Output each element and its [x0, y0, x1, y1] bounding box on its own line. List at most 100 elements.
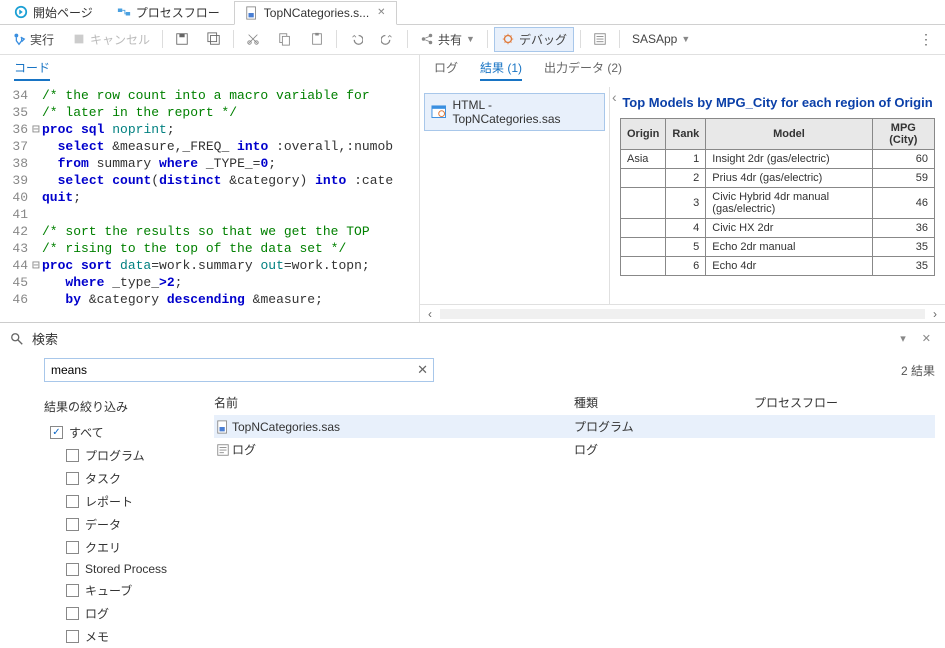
table-row[interactable]: 3Civic Hybrid 4dr manual (gas/electric)4…: [621, 187, 935, 218]
filter-item[interactable]: キューブ: [44, 579, 214, 602]
output-tabs: ログ 結果 (1) 出力データ (2): [420, 55, 945, 87]
code-line[interactable]: 40quit;: [2, 189, 419, 206]
filter-label: すべて: [69, 424, 104, 441]
search-result-row[interactable]: TopNCategories.sasプログラム: [214, 415, 935, 438]
code-line[interactable]: 44⊟proc sort data=work.summary out=work.…: [2, 257, 419, 274]
saveall-button[interactable]: [201, 29, 227, 49]
server-selector[interactable]: SASApp ▼: [626, 29, 696, 49]
checkbox-icon[interactable]: [66, 630, 79, 643]
filter-item[interactable]: データ: [44, 513, 214, 536]
code-line[interactable]: 43/* rising to the top of the data set *…: [2, 240, 419, 257]
code-line[interactable]: 41: [2, 206, 419, 223]
table-row[interactable]: 6Echo 4dr35: [621, 256, 935, 275]
table-row[interactable]: 4Civic HX 2dr36: [621, 218, 935, 237]
line-number: 44: [2, 257, 32, 274]
fold-icon[interactable]: ⊟: [32, 257, 42, 274]
filter-item[interactable]: プログラム: [44, 444, 214, 467]
checkbox-icon[interactable]: ✓: [50, 426, 63, 439]
separator: [619, 30, 620, 48]
search-input[interactable]: [44, 358, 434, 382]
run-button[interactable]: 実行: [6, 28, 60, 51]
checkbox-icon[interactable]: [66, 518, 79, 531]
code-line[interactable]: 34/* the row count into a macro variable…: [2, 87, 419, 104]
table-cell: [621, 256, 666, 275]
tab-output-data[interactable]: 出力データ (2): [544, 59, 622, 81]
filter-item[interactable]: クエリ: [44, 536, 214, 559]
checkbox-icon[interactable]: [66, 495, 79, 508]
tab-results[interactable]: 結果 (1): [480, 59, 522, 81]
filter-label: タスク: [85, 470, 121, 487]
code-line[interactable]: 36⊟proc sql noprint;: [2, 121, 419, 138]
properties-button[interactable]: [587, 29, 613, 49]
debug-button[interactable]: デバッグ: [494, 27, 574, 52]
filter-label: メモ: [85, 628, 109, 645]
filter-item[interactable]: タスク: [44, 467, 214, 490]
code-line[interactable]: 39 select count(distinct &category) into…: [2, 172, 419, 189]
table-row[interactable]: Asia1Insight 2dr (gas/electric)60: [621, 149, 935, 168]
fold-icon[interactable]: ⊟: [32, 121, 42, 138]
checkbox-icon[interactable]: [66, 607, 79, 620]
paste-button[interactable]: [304, 29, 330, 49]
document-tabs: 開始ページ プロセスフロー TopNCategories.s... ✕: [0, 0, 945, 25]
prev-result-icon[interactable]: ‹: [612, 89, 617, 105]
results-body: HTML - TopNCategories.sas ‹ Top Models b…: [420, 87, 945, 304]
checkbox-icon[interactable]: [66, 472, 79, 485]
code-line[interactable]: 42/* sort the results so that we get the…: [2, 223, 419, 240]
properties-icon: [593, 32, 607, 46]
table-row[interactable]: 2Prius 4dr (gas/electric)59: [621, 168, 935, 187]
results-outline-item[interactable]: HTML - TopNCategories.sas: [424, 93, 605, 131]
filter-title: 結果の絞り込み: [44, 398, 214, 415]
filter-item[interactable]: レポート: [44, 490, 214, 513]
tab-log[interactable]: ログ: [434, 59, 458, 81]
cut-button[interactable]: [240, 29, 266, 49]
filter-item[interactable]: Stored Process: [44, 559, 214, 579]
undo-button[interactable]: [343, 29, 369, 49]
col-name[interactable]: 名前: [214, 394, 574, 411]
copy-button[interactable]: [272, 29, 298, 49]
more-menu[interactable]: ⋮: [913, 28, 939, 51]
report-table: OriginRankModelMPG (City)Asia1Insight 2d…: [620, 118, 935, 276]
scroll-right-icon[interactable]: ›: [925, 307, 945, 321]
clear-search-icon[interactable]: ✕: [417, 362, 428, 378]
code-line[interactable]: 35/* later in the report */: [2, 104, 419, 121]
code-text: [42, 206, 419, 223]
checkbox-icon[interactable]: [66, 541, 79, 554]
table-row[interactable]: 5Echo 2dr manual35: [621, 237, 935, 256]
main-split: コード 34/* the row count into a macro vari…: [0, 55, 945, 322]
code-line[interactable]: 45 where _type_>2;: [2, 274, 419, 291]
subtab-code[interactable]: コード: [14, 59, 50, 81]
table-cell: Civic Hybrid 4dr manual (gas/electric): [706, 187, 872, 218]
code-line[interactable]: 38 from summary where _TYPE_=0;: [2, 155, 419, 172]
filter-item[interactable]: メモ: [44, 625, 214, 648]
redo-button[interactable]: [375, 29, 401, 49]
search-result-row[interactable]: ログログ: [214, 438, 935, 461]
fold-icon: [32, 274, 42, 291]
report-title: Top Models by MPG_City for each region o…: [620, 91, 935, 118]
minimize-icon[interactable]: ▾: [896, 332, 910, 345]
tab-process-flow[interactable]: プロセスフロー: [107, 0, 230, 24]
table-cell: [621, 237, 666, 256]
code-line[interactable]: 46 by &category descending &measure;: [2, 291, 419, 308]
checkbox-icon[interactable]: [66, 449, 79, 462]
filter-item[interactable]: ✓ すべて: [44, 421, 214, 444]
close-panel-icon[interactable]: ✕: [918, 332, 935, 345]
scroll-left-icon[interactable]: ‹: [420, 307, 440, 321]
results-output[interactable]: ‹ Top Models by MPG_City for each region…: [610, 87, 945, 304]
checkbox-icon[interactable]: [66, 563, 79, 576]
tab-topncategories[interactable]: TopNCategories.s... ✕: [234, 1, 397, 25]
separator: [487, 30, 488, 48]
col-type[interactable]: 種類: [574, 394, 754, 411]
code-line[interactable]: 37 select &measure,_FREQ_ into :overall,…: [2, 138, 419, 155]
table-cell: 60: [872, 149, 934, 168]
close-icon[interactable]: ✕: [377, 7, 385, 18]
save-button[interactable]: [169, 29, 195, 49]
tab-start-page[interactable]: 開始ページ: [4, 0, 103, 24]
scroll-track[interactable]: [440, 309, 925, 319]
code-editor[interactable]: 34/* the row count into a macro variable…: [0, 87, 419, 322]
checkbox-icon[interactable]: [66, 584, 79, 597]
share-button[interactable]: 共有 ▼: [414, 28, 481, 51]
horizontal-scrollbar[interactable]: ‹ ›: [420, 304, 945, 322]
results-column: ログ 結果 (1) 出力データ (2) HTML - TopNCategorie…: [420, 55, 945, 322]
col-processflow[interactable]: プロセスフロー: [754, 394, 935, 411]
filter-item[interactable]: ログ: [44, 602, 214, 625]
